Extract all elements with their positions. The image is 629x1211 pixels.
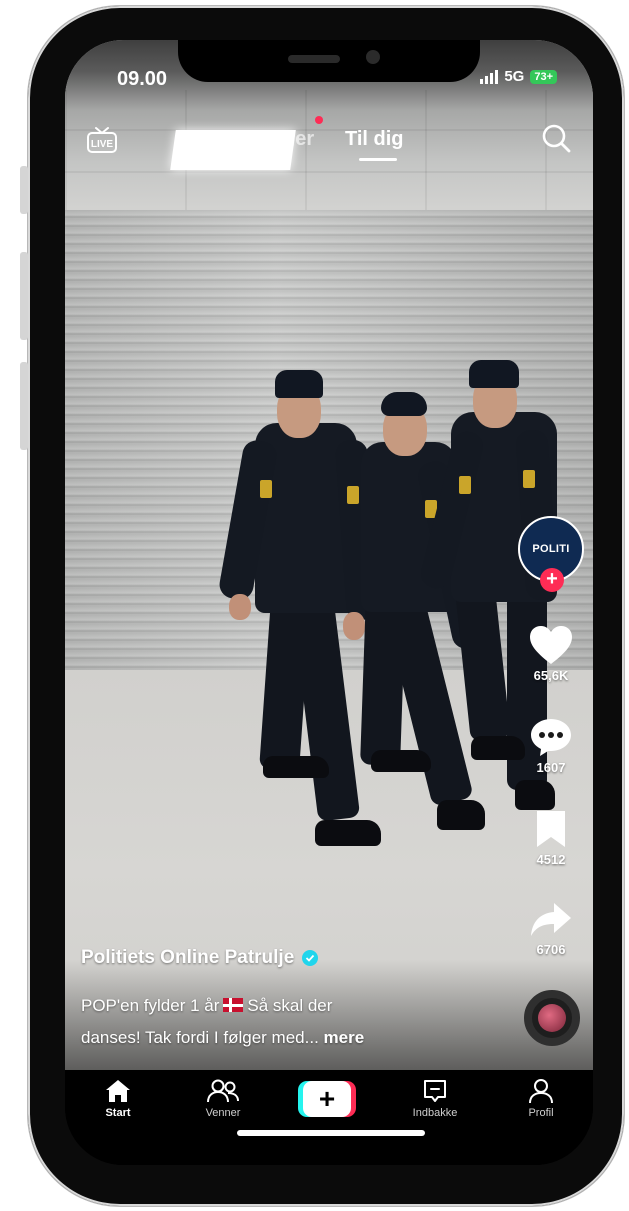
bookmark-icon xyxy=(537,811,565,847)
share-icon xyxy=(531,903,571,936)
caption-text-3: danses! Tak fordi I følger med... xyxy=(81,1028,319,1047)
caption-text-2: Så skal der xyxy=(247,996,333,1015)
front-camera xyxy=(366,50,380,64)
username-text: Politiets Online Patrulje xyxy=(81,947,295,968)
mute-switch xyxy=(20,166,28,214)
music-disc[interactable] xyxy=(524,990,580,1046)
nav-inbox[interactable]: Indbakke xyxy=(395,1078,475,1119)
notification-dot xyxy=(315,116,323,124)
nav-profile-label: Profil xyxy=(528,1107,554,1119)
tab-for-you[interactable]: Til dig xyxy=(345,128,404,151)
inbox-icon xyxy=(424,1080,446,1102)
music-cover xyxy=(538,1004,566,1032)
home-indicator[interactable] xyxy=(237,1130,425,1136)
notch xyxy=(178,40,480,82)
comment-count: 1607 xyxy=(536,760,566,775)
nav-home[interactable]: Start xyxy=(78,1078,158,1119)
create-button[interactable]: + xyxy=(298,1081,356,1117)
home-icon xyxy=(106,1080,130,1102)
verified-badge-icon xyxy=(302,950,319,966)
search-icon[interactable] xyxy=(540,122,572,154)
nav-friends-label: Venner xyxy=(205,1107,241,1119)
heart-icon xyxy=(530,626,572,664)
creator-username[interactable]: Politiets Online Patrulje xyxy=(81,947,319,969)
bottom-navigation: Start Venner + Indbakke Profil xyxy=(65,1070,593,1165)
more-link[interactable]: mere xyxy=(324,1028,365,1047)
caption-text-1: POP'en fylder 1 år xyxy=(81,996,220,1015)
nav-inbox-label: Indbakke xyxy=(412,1107,458,1119)
create-plus-icon: + xyxy=(303,1081,351,1117)
screen: 09.00 5G 73+ LIVE Følger Til dig POLITI … xyxy=(65,40,593,1165)
signal-icon xyxy=(480,69,499,84)
bookmark-button[interactable]: 4512 xyxy=(517,808,585,867)
network-label: 5G xyxy=(504,68,525,85)
battery-icon: 73+ xyxy=(530,69,557,84)
active-tab-indicator xyxy=(359,158,397,161)
volume-down-button xyxy=(20,362,28,450)
status-indicators: 5G 73+ xyxy=(480,68,557,85)
status-time: 09.00 xyxy=(117,68,168,90)
ceiling-grid xyxy=(65,90,593,215)
post-caption[interactable]: POP'en fylder 1 år Så skal der danses! Ta… xyxy=(81,990,501,1054)
follow-button[interactable]: + xyxy=(540,568,564,592)
like-button[interactable]: 65,6K xyxy=(517,624,585,683)
tab-following[interactable]: Følger xyxy=(253,128,314,151)
share-button[interactable]: 6706 xyxy=(517,900,585,957)
nav-friends[interactable]: Venner xyxy=(183,1078,263,1119)
like-count: 65,6K xyxy=(533,668,569,683)
volume-up-button xyxy=(20,252,28,340)
nav-profile[interactable]: Profil xyxy=(501,1078,581,1119)
video-player[interactable] xyxy=(65,40,593,1070)
bookmark-count: 4512 xyxy=(536,852,566,867)
friends-icon xyxy=(207,1079,239,1103)
profile-icon xyxy=(529,1079,553,1104)
danish-flag-icon xyxy=(223,998,244,1012)
svg-text:LIVE: LIVE xyxy=(91,139,114,150)
comment-button[interactable]: 1607 xyxy=(517,716,585,775)
speaker xyxy=(288,55,340,63)
avatar-text: POLITI xyxy=(532,543,570,555)
share-count: 6706 xyxy=(536,942,566,957)
live-tv-icon[interactable]: LIVE xyxy=(85,126,119,154)
nav-home-label: Start xyxy=(105,1107,131,1119)
comment-icon xyxy=(531,719,571,756)
